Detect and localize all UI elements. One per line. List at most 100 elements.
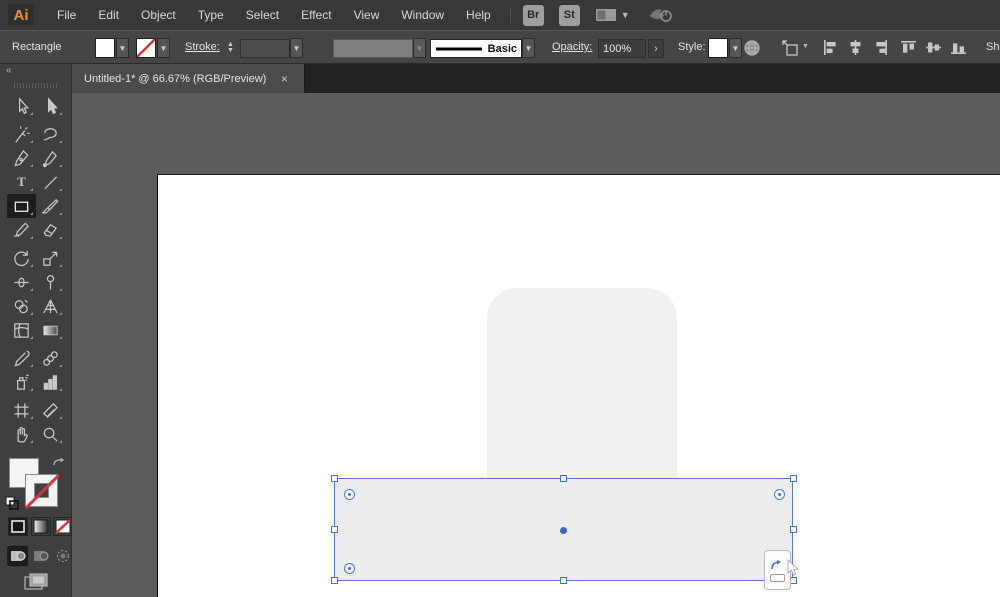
- menu-item-file[interactable]: File: [46, 0, 87, 30]
- tool-type[interactable]: T: [7, 170, 36, 194]
- selection-center-point[interactable]: [560, 527, 567, 534]
- align-vertical-center-icon[interactable]: [925, 39, 942, 59]
- screen-mode-icon[interactable]: [24, 572, 50, 597]
- stroke-weight-label[interactable]: Stroke:: [185, 41, 220, 53]
- tool-rotate[interactable]: [7, 246, 36, 270]
- tool-direct-selection[interactable]: [36, 94, 65, 118]
- tool-scale[interactable]: [36, 246, 65, 270]
- handle-middle-left[interactable]: [331, 526, 338, 533]
- handle-middle-right[interactable]: [790, 526, 797, 533]
- menu-item-effect[interactable]: Effect: [290, 0, 342, 30]
- panel-grip[interactable]: [14, 83, 58, 88]
- align-top-icon[interactable]: [900, 39, 917, 59]
- opacity-label[interactable]: Opacity:: [552, 41, 592, 53]
- align-bottom-icon[interactable]: [950, 39, 967, 59]
- document-tab-bar: Untitled-1* @ 66.67% (RGB/Preview) ×: [72, 64, 1000, 93]
- handle-top-right[interactable]: [790, 475, 797, 482]
- default-fill-stroke-icon[interactable]: [5, 496, 19, 515]
- tool-pen[interactable]: [7, 146, 36, 170]
- tool-puppet-warp[interactable]: [36, 270, 65, 294]
- tool-magic-wand[interactable]: [7, 122, 36, 146]
- opacity-field[interactable]: 100%: [598, 39, 646, 58]
- brush-definition-value: Basic: [487, 42, 517, 55]
- rounded-rectangle-shape[interactable]: [487, 288, 677, 481]
- draw-normal-icon[interactable]: [7, 546, 28, 566]
- tool-gradient[interactable]: [36, 318, 65, 342]
- stroke-weight-chevron-icon[interactable]: ▼: [290, 38, 303, 58]
- transform-chevron-icon[interactable]: ▼: [802, 43, 809, 50]
- menu-item-view[interactable]: View: [343, 0, 391, 30]
- handle-bottom-center[interactable]: [560, 577, 567, 584]
- canvas-area[interactable]: [72, 93, 1000, 597]
- menu-item-select[interactable]: Select: [235, 0, 290, 30]
- brush-definition-dropdown[interactable]: Basic: [430, 39, 522, 58]
- handle-bottom-left[interactable]: [331, 577, 338, 584]
- tool-mesh[interactable]: [7, 318, 36, 342]
- stroke-chevron-icon[interactable]: ▼: [157, 38, 170, 58]
- corner-widget-top-right[interactable]: [774, 489, 785, 500]
- swap-fill-stroke-icon[interactable]: [52, 456, 67, 475]
- tool-curvature[interactable]: [36, 146, 65, 170]
- color-button[interactable]: [8, 517, 28, 536]
- fill-chevron-icon[interactable]: ▼: [116, 38, 129, 58]
- tool-slice[interactable]: [36, 398, 65, 422]
- handle-top-center[interactable]: [560, 475, 567, 482]
- menu-item-object[interactable]: Object: [130, 0, 187, 30]
- workspace-switcher-icon[interactable]: [595, 7, 617, 23]
- tool-hand[interactable]: [7, 422, 36, 446]
- tool-lasso[interactable]: [36, 122, 65, 146]
- brush-chevron-icon[interactable]: ▼: [522, 38, 535, 58]
- tool-zoom[interactable]: [36, 422, 65, 446]
- menu-item-window[interactable]: Window: [390, 0, 455, 30]
- tool-perspective-grid[interactable]: [36, 294, 65, 318]
- draw-inside-icon[interactable]: [52, 546, 73, 566]
- stock-button[interactable]: St: [558, 4, 580, 26]
- bridge-button[interactable]: Br: [522, 4, 544, 26]
- tool-line-segment[interactable]: [36, 170, 65, 194]
- corner-widget-top-left[interactable]: [344, 489, 355, 500]
- stroke-weight-stepper[interactable]: ▲ ▼: [224, 38, 237, 58]
- menu-item-type[interactable]: Type: [187, 0, 235, 30]
- tool-paintbrush[interactable]: [36, 194, 65, 218]
- menu: File Edit Object Type Select Effect View Window…: [46, 0, 502, 30]
- plugin-power-icon[interactable]: [646, 6, 676, 24]
- tool-eraser[interactable]: [36, 218, 65, 242]
- opacity-more-button[interactable]: ›: [648, 39, 664, 58]
- tool-eyedropper[interactable]: [7, 346, 36, 370]
- document-tab[interactable]: Untitled-1* @ 66.67% (RGB/Preview) ×: [72, 64, 305, 93]
- stroke-color-swatch[interactable]: [136, 38, 156, 58]
- gradient-button[interactable]: [31, 517, 51, 536]
- corner-widget-bottom-left[interactable]: [344, 563, 355, 574]
- draw-behind-icon[interactable]: [30, 546, 51, 566]
- tool-column-graph[interactable]: [36, 370, 65, 394]
- recolor-artwork-icon[interactable]: [743, 39, 761, 60]
- tool-width[interactable]: [7, 270, 36, 294]
- tools-grid: T: [7, 94, 65, 446]
- transform-icon[interactable]: [781, 39, 801, 60]
- tool-shape-builder[interactable]: [7, 294, 36, 318]
- width-profile-dropdown[interactable]: [333, 39, 413, 58]
- align-horizontal-center-icon[interactable]: [847, 39, 864, 59]
- tool-blend[interactable]: [36, 346, 65, 370]
- shape-label-cutoff: Sh: [986, 41, 1000, 53]
- tab-close-icon[interactable]: ×: [276, 72, 292, 86]
- align-left-icon[interactable]: [822, 39, 839, 59]
- tool-shaper[interactable]: [7, 218, 36, 242]
- stroke-proxy-swatch[interactable]: [25, 474, 60, 509]
- style-chevron-icon[interactable]: ▼: [729, 38, 742, 58]
- handle-top-left[interactable]: [331, 475, 338, 482]
- menu-item-edit[interactable]: Edit: [87, 0, 130, 30]
- collapse-panel-icon[interactable]: «: [6, 65, 11, 76]
- stroke-weight-field[interactable]: [240, 39, 290, 58]
- tool-rectangle[interactable]: [7, 194, 36, 218]
- tool-symbol-sprayer[interactable]: [7, 370, 36, 394]
- tool-selection[interactable]: [7, 94, 36, 118]
- workspace-chevron-icon[interactable]: ▼: [621, 10, 630, 20]
- tool-artboard[interactable]: [7, 398, 36, 422]
- menu-item-help[interactable]: Help: [455, 0, 502, 30]
- fill-color-swatch[interactable]: [95, 38, 115, 58]
- none-button[interactable]: [53, 517, 73, 536]
- align-right-icon[interactable]: [872, 39, 889, 59]
- style-swatch[interactable]: [708, 38, 728, 58]
- width-profile-chevron-icon: ▼: [413, 38, 426, 58]
